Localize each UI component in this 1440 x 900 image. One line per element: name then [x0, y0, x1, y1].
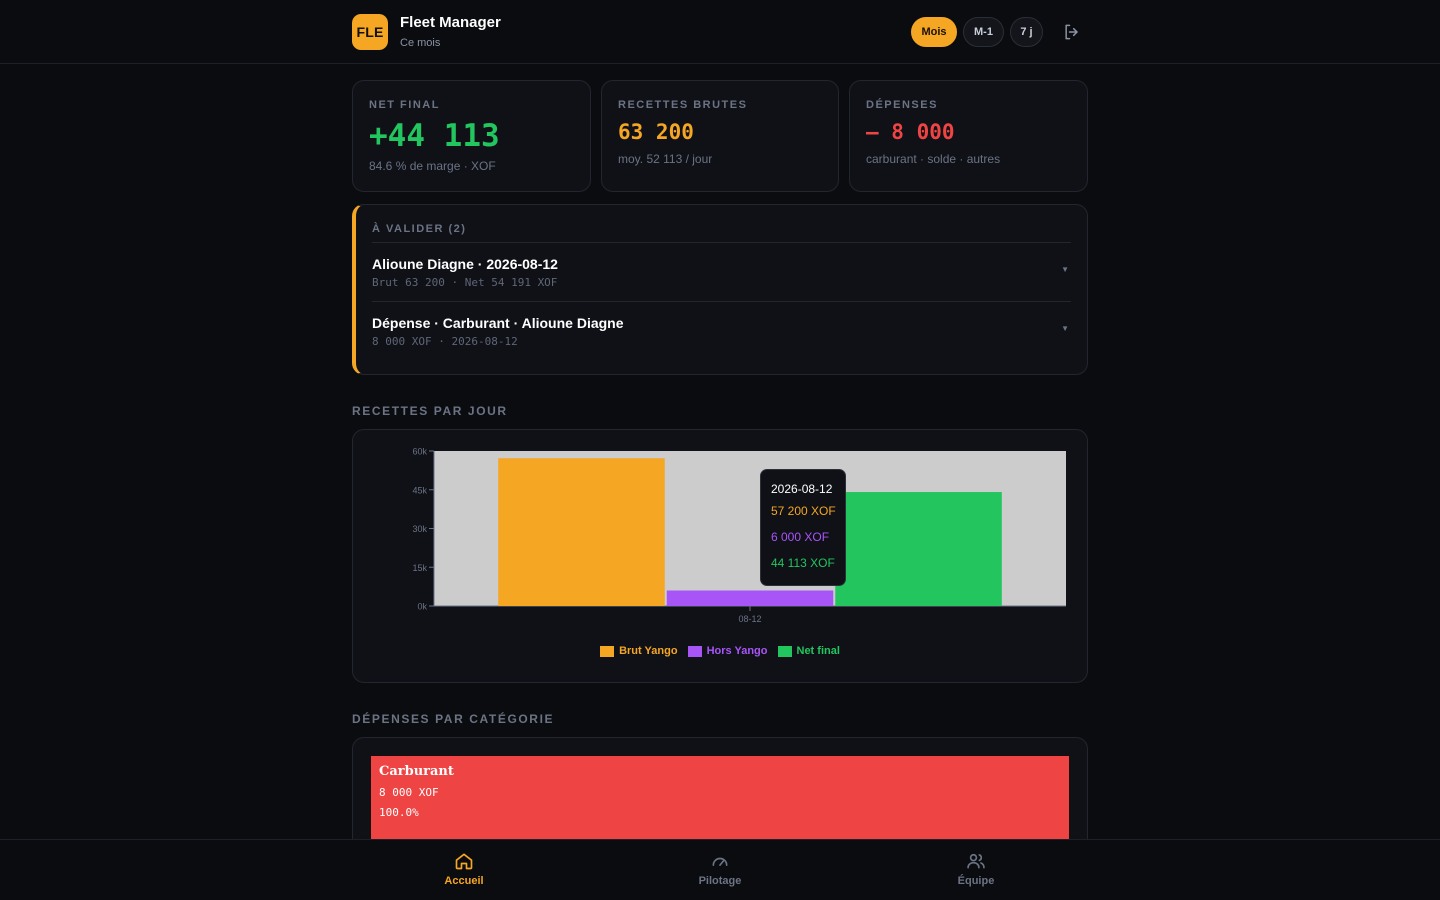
- expense-category-percent: 100.0%: [379, 806, 419, 819]
- gauge-icon: [712, 857, 728, 866]
- net-final-label: NET FINAL: [369, 99, 440, 111]
- expense-category-amount: 8 000 XOF: [379, 786, 439, 799]
- tooltip-date: 2026-08-12: [771, 482, 833, 496]
- validation-item-title: Alioune Diagne · 2026-08-12: [372, 256, 558, 272]
- validation-item-detail: Brut 63 200 · Net 54 191 XOF: [372, 276, 558, 289]
- nav-item-label: Accueil: [444, 875, 484, 887]
- nav-item-label: Équipe: [957, 875, 995, 887]
- legend-label: Hors Yango: [706, 645, 768, 657]
- top-bar: FLE Fleet Manager Ce mois Mois M-1 7 j: [0, 0, 1440, 64]
- net-final-card: NET FINAL +44 113 84.6 % de marge · XOF: [352, 80, 591, 192]
- app-title: Fleet Manager: [400, 14, 501, 31]
- expenses-breakdown: carburant · solde · autres: [866, 152, 1001, 166]
- nav-item-label: Pilotage: [698, 875, 742, 887]
- validation-item[interactable]: Dépense · Carburant · Alioune Diagne 8 0…: [372, 301, 1071, 360]
- legend-swatch: [777, 645, 792, 657]
- bottom-navigation: Accueil Pilotage Équipe: [0, 839, 1440, 900]
- users-icon: [967, 853, 985, 869]
- legend-label: Brut Yango: [619, 645, 678, 657]
- logout-icon[interactable]: [1062, 22, 1082, 42]
- legend-swatch: [600, 645, 615, 657]
- legend-swatch: [687, 645, 702, 657]
- tooltip-off-yango-value: 6 000 XOF: [771, 530, 830, 544]
- period-subtitle: Ce mois: [400, 37, 441, 49]
- legend-item-off-yango[interactable]: Hors Yango: [687, 645, 768, 657]
- chart-tooltip: 2026-08-12 57 200 XOF 6 000 XOF 44 113 X…: [760, 469, 846, 586]
- expense-category-block[interactable]: Carburant 8 000 XOF 100.0%: [370, 755, 1070, 845]
- gross-revenue-value: 63 200: [618, 120, 694, 144]
- gross-revenue-label: RECETTES BRUTES: [618, 99, 748, 111]
- expenses-value: – 8 000: [866, 120, 955, 144]
- expenses-section-title: DÉPENSES PAR CATÉGORIE: [352, 712, 555, 726]
- expense-category-name: Carburant: [379, 764, 454, 779]
- tooltip-gross-value: 57 200 XOF: [771, 504, 836, 518]
- validation-item-detail: 8 000 XOF · 2026-08-12: [372, 335, 518, 348]
- period-7-days-button[interactable]: 7 j: [1010, 17, 1043, 47]
- net-final-value: +44 113: [369, 118, 500, 154]
- validation-item-title: Dépense · Carburant · Alioune Diagne: [372, 315, 624, 331]
- gross-revenue-average: moy. 52 113 / jour: [618, 152, 713, 166]
- net-final-margin: 84.6 % de marge · XOF: [369, 159, 496, 173]
- gross-revenue-card: RECETTES BRUTES 63 200 moy. 52 113 / jou…: [601, 80, 839, 192]
- nav-item-team[interactable]: Équipe: [916, 840, 1036, 900]
- expenses-card: DÉPENSES – 8 000 carburant · solde · aut…: [849, 80, 1088, 192]
- app-logo: FLE: [352, 14, 388, 50]
- tooltip-net-value: 44 113 XOF: [771, 556, 835, 570]
- period-month-button[interactable]: Mois: [911, 17, 957, 47]
- expenses-label: DÉPENSES: [866, 99, 938, 111]
- legend-item-net[interactable]: Net final: [777, 645, 840, 657]
- validation-title: À VALIDER (2): [372, 223, 467, 235]
- validation-card: À VALIDER (2) Alioune Diagne · 2026-08-1…: [352, 204, 1088, 375]
- nav-item-pilotage[interactable]: Pilotage: [660, 840, 780, 900]
- nav-item-home[interactable]: Accueil: [404, 840, 524, 900]
- home-icon: [455, 853, 473, 870]
- chevron-down-icon[interactable]: ▼: [1061, 324, 1069, 333]
- revenue-section-title: RECETTES PAR JOUR: [352, 404, 508, 418]
- validation-item[interactable]: Alioune Diagne · 2026-08-12 Brut 63 200 …: [372, 242, 1071, 301]
- chart-legend: Brut Yango Hors Yango Net final: [0, 645, 1440, 657]
- legend-label: Net final: [796, 645, 840, 657]
- legend-item-gross[interactable]: Brut Yango: [600, 645, 678, 657]
- chevron-down-icon[interactable]: ▼: [1061, 265, 1069, 274]
- period-previous-month-button[interactable]: M-1: [963, 17, 1004, 47]
